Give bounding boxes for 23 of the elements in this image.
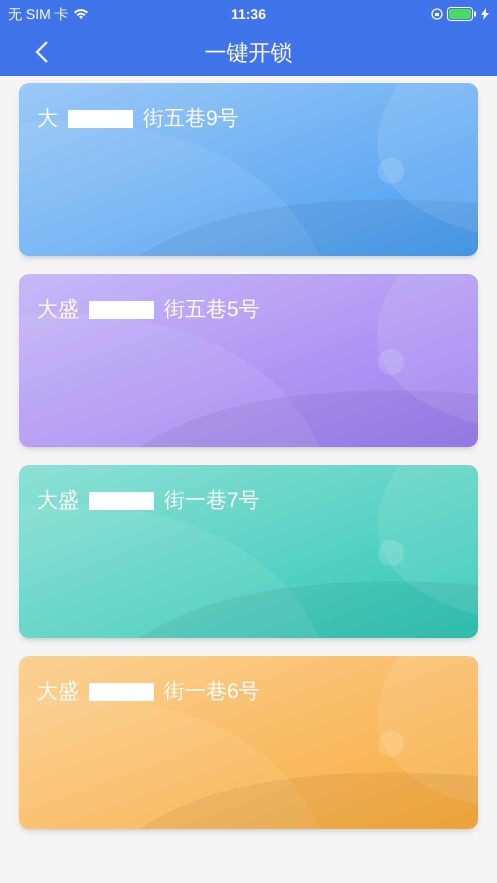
wifi-icon [72,8,89,20]
redaction-mark [89,682,154,701]
address-end: 街一巷7号 [164,488,260,514]
address-end: 街五巷5号 [164,297,260,323]
redaction-mark [89,300,154,319]
page-title: 一键开锁 [204,38,292,66]
address-end: 街一巷6号 [164,679,260,705]
address-start: 大盛 [37,679,79,705]
charging-icon [480,8,489,20]
rotation-lock-icon [430,8,443,20]
address-card[interactable]: 大盛 街一巷6号 [19,656,478,829]
address-card[interactable]: 大 街五巷9号 [19,83,478,256]
address-start: 大盛 [37,488,79,514]
carrier-label: 无 SIM 卡 [8,4,69,24]
address-card[interactable]: 大盛 街一巷7号 [19,465,478,638]
address-end: 街五巷9号 [143,106,239,132]
clock-time: 11:36 [230,4,266,24]
address-start: 大盛 [37,297,79,323]
redaction-mark [89,492,154,510]
redaction-mark [68,110,133,128]
address-card[interactable]: 大盛 街五巷5号 [19,274,478,447]
battery-icon [446,7,477,21]
address-start: 大 [37,106,58,132]
